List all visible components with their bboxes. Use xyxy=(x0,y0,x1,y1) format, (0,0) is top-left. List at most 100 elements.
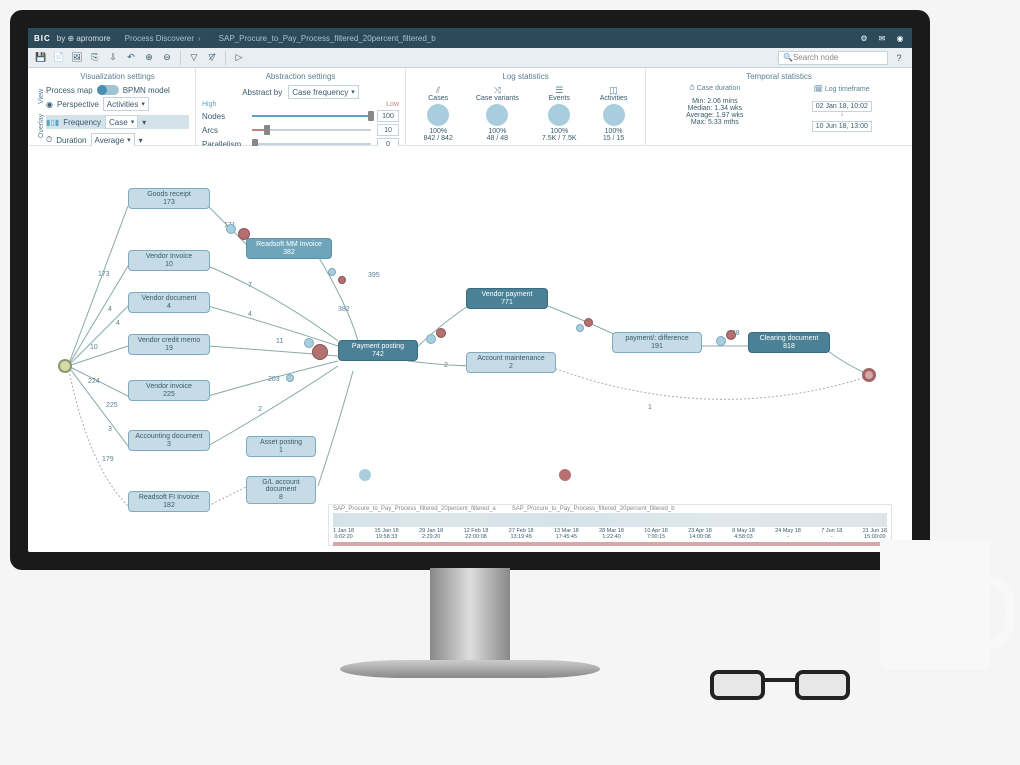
token-dot xyxy=(238,228,250,240)
node-vendor-invoice-10[interactable]: Vendor Invoice10 xyxy=(128,250,210,271)
toolbar: 💾 📄 🖼 ⎘ ⇩ ↶ ⊕ ⊖ ▽ ▽̸ ▷ 🔍 Search node ? xyxy=(28,48,912,68)
frequency-select[interactable]: Case xyxy=(105,115,138,129)
stat-variants[interactable]: ⤨ Case variants 100% 48 / 48 xyxy=(476,85,519,142)
export-pdf-icon[interactable]: 📄 xyxy=(52,51,66,65)
node-accounting-doc[interactable]: Accounting document3 xyxy=(128,430,210,451)
filter-icon[interactable]: ▽ xyxy=(187,51,201,65)
play-icon[interactable]: ▷ xyxy=(232,51,246,65)
arcs-label: Arcs xyxy=(202,126,246,135)
zoom-out-icon[interactable]: ⊖ xyxy=(160,51,174,65)
toolbar-divider xyxy=(225,51,226,65)
edge-label: 10 xyxy=(90,344,98,351)
parallel-slider[interactable] xyxy=(252,143,371,145)
export-data-icon[interactable]: ⎘ xyxy=(88,51,102,65)
stat-activities[interactable]: ◫ Activities 100% 15 / 15 xyxy=(600,85,628,142)
help-icon[interactable]: ? xyxy=(892,51,906,65)
abs-title: Abstraction settings xyxy=(202,72,399,81)
coffee-mug xyxy=(880,540,990,670)
start-node[interactable] xyxy=(58,359,72,373)
token-dot xyxy=(426,334,436,344)
nodes-label: Nodes xyxy=(202,112,246,121)
edge-label: 11 xyxy=(276,338,283,345)
viz-title: Visualization settings xyxy=(46,72,189,81)
nodes-slider[interactable] xyxy=(252,115,371,117)
user-icon[interactable]: ◉ xyxy=(894,34,906,43)
case-duration-col: ⏱ Case duration Min: 2.06 mins Median: 1… xyxy=(686,85,743,132)
bpmn-label: BPMN model xyxy=(123,86,170,95)
duration-icon: ⏱ xyxy=(46,135,52,145)
variants-icon: ⤨ xyxy=(476,85,519,95)
zoom-in-icon[interactable]: ⊕ xyxy=(142,51,156,65)
node-payment-diff[interactable]: payment/: difference191 xyxy=(612,332,702,353)
arcs-value[interactable]: 10 xyxy=(377,124,399,136)
duration-options-icon[interactable]: ▾ xyxy=(139,136,143,145)
frequency-label: Frequency xyxy=(63,118,101,127)
download-icon[interactable]: ⇩ xyxy=(106,51,120,65)
eyeglasses xyxy=(710,670,850,710)
search-input[interactable]: 🔍 Search node xyxy=(778,51,888,65)
titlebar: BIC by ⊕ apromore Process Discoverer › S… xyxy=(28,28,912,48)
pmap-label: Process map xyxy=(46,86,93,95)
export-image-icon[interactable]: 🖼 xyxy=(70,51,84,65)
node-goods-receipt[interactable]: Goods receipt173 xyxy=(128,188,210,209)
end-node[interactable] xyxy=(862,368,876,382)
node-vendor-credit[interactable]: Vendor credit memo19 xyxy=(128,334,210,355)
settings-icon[interactable]: ⚙ xyxy=(858,34,870,43)
duration-select[interactable]: Average xyxy=(91,133,135,147)
edge-label: 203 xyxy=(268,376,280,383)
edge-label: 225 xyxy=(106,402,118,409)
token-dot xyxy=(328,268,336,276)
breadcrumb-root[interactable]: Process Discoverer xyxy=(125,34,194,43)
edge-label: 4 xyxy=(116,320,120,327)
token-dot xyxy=(716,336,726,346)
node-clearing[interactable]: Clearing document818 xyxy=(748,332,830,353)
undo-icon[interactable]: ↶ xyxy=(124,51,138,65)
process-map-canvas[interactable]: Goods receipt173 Vendor Invoice10 Vendor… xyxy=(28,146,912,552)
screen: BIC by ⊕ apromore Process Discoverer › S… xyxy=(28,28,912,552)
breadcrumb-file: SAP_Procure_to_Pay_Process_filtered_20pe… xyxy=(219,34,436,43)
model-toggle-row: Process map BPMN model xyxy=(46,85,189,95)
node-vendor-payment[interactable]: Vendor payment771 xyxy=(466,288,548,309)
edge-label: 4 xyxy=(108,306,112,313)
edge-label: 4 xyxy=(248,311,252,318)
node-account-maint[interactable]: Account maintenance2 xyxy=(466,352,556,373)
node-asset-posting[interactable]: Asset posting1 xyxy=(246,436,316,457)
model-toggle[interactable] xyxy=(97,85,119,95)
token-dot xyxy=(226,224,236,234)
overlay-tab[interactable]: Overlay xyxy=(38,114,45,138)
frequency-icon: ▮▯▮ xyxy=(46,118,59,127)
token-dot xyxy=(286,374,294,382)
save-icon[interactable]: 💾 xyxy=(34,51,48,65)
series-a-label: SAP_Procure_to_Pay_Process_filtered_20pe… xyxy=(333,506,496,512)
stat-events[interactable]: ☰ Events 100% 7.5K / 7.5K xyxy=(542,85,577,142)
log-title: Log statistics xyxy=(412,72,639,81)
timeline-range xyxy=(333,542,887,546)
timeline-marker-b xyxy=(559,469,571,481)
animation-timeline[interactable]: SAP_Procure_to_Pay_Process_filtered_20pe… xyxy=(328,504,892,546)
edge-label: 395 xyxy=(368,272,380,279)
perspective-label: Perspective xyxy=(57,100,99,109)
abstract-by-select[interactable]: Case frequency xyxy=(288,85,359,99)
node-vendor-invoice-225[interactable]: Vendor invoice225 xyxy=(128,380,210,401)
perspective-select[interactable]: Activities xyxy=(103,97,149,111)
mail-icon[interactable]: ✉ xyxy=(876,34,888,43)
timeline-marker-a xyxy=(359,469,371,481)
node-readsoft-fi[interactable]: Readsoft FI Invoice182 xyxy=(128,491,210,512)
abstraction-panel: Abstraction settings Abstract by Case fr… xyxy=(196,68,406,145)
stat-cases[interactable]: ⫽ Cases 100% 842 / 842 xyxy=(424,85,453,142)
edge-label: 2 xyxy=(444,362,448,369)
node-gl-account[interactable]: G/L account document8 xyxy=(246,476,316,504)
view-tab[interactable]: View xyxy=(38,89,45,104)
node-readsoft-mm[interactable]: Readsoft MM Invoice382 xyxy=(246,238,332,259)
token-dot xyxy=(436,328,446,338)
frequency-options-icon[interactable]: ▾ xyxy=(142,118,146,127)
node-vendor-document[interactable]: Vendor document4 xyxy=(128,292,210,313)
series-b-label: SAP_Procure_to_Pay_Process_filtered_20pe… xyxy=(512,506,675,512)
app-logo: BIC xyxy=(34,34,51,43)
nodes-value[interactable]: 100 xyxy=(377,110,399,122)
arcs-slider[interactable] xyxy=(252,129,371,131)
node-payment-posting[interactable]: Payment posting742 xyxy=(338,340,418,361)
events-icon: ☰ xyxy=(542,85,577,95)
filter-clear-icon[interactable]: ▽̸ xyxy=(205,51,219,65)
edge-label: 1 xyxy=(648,404,652,411)
